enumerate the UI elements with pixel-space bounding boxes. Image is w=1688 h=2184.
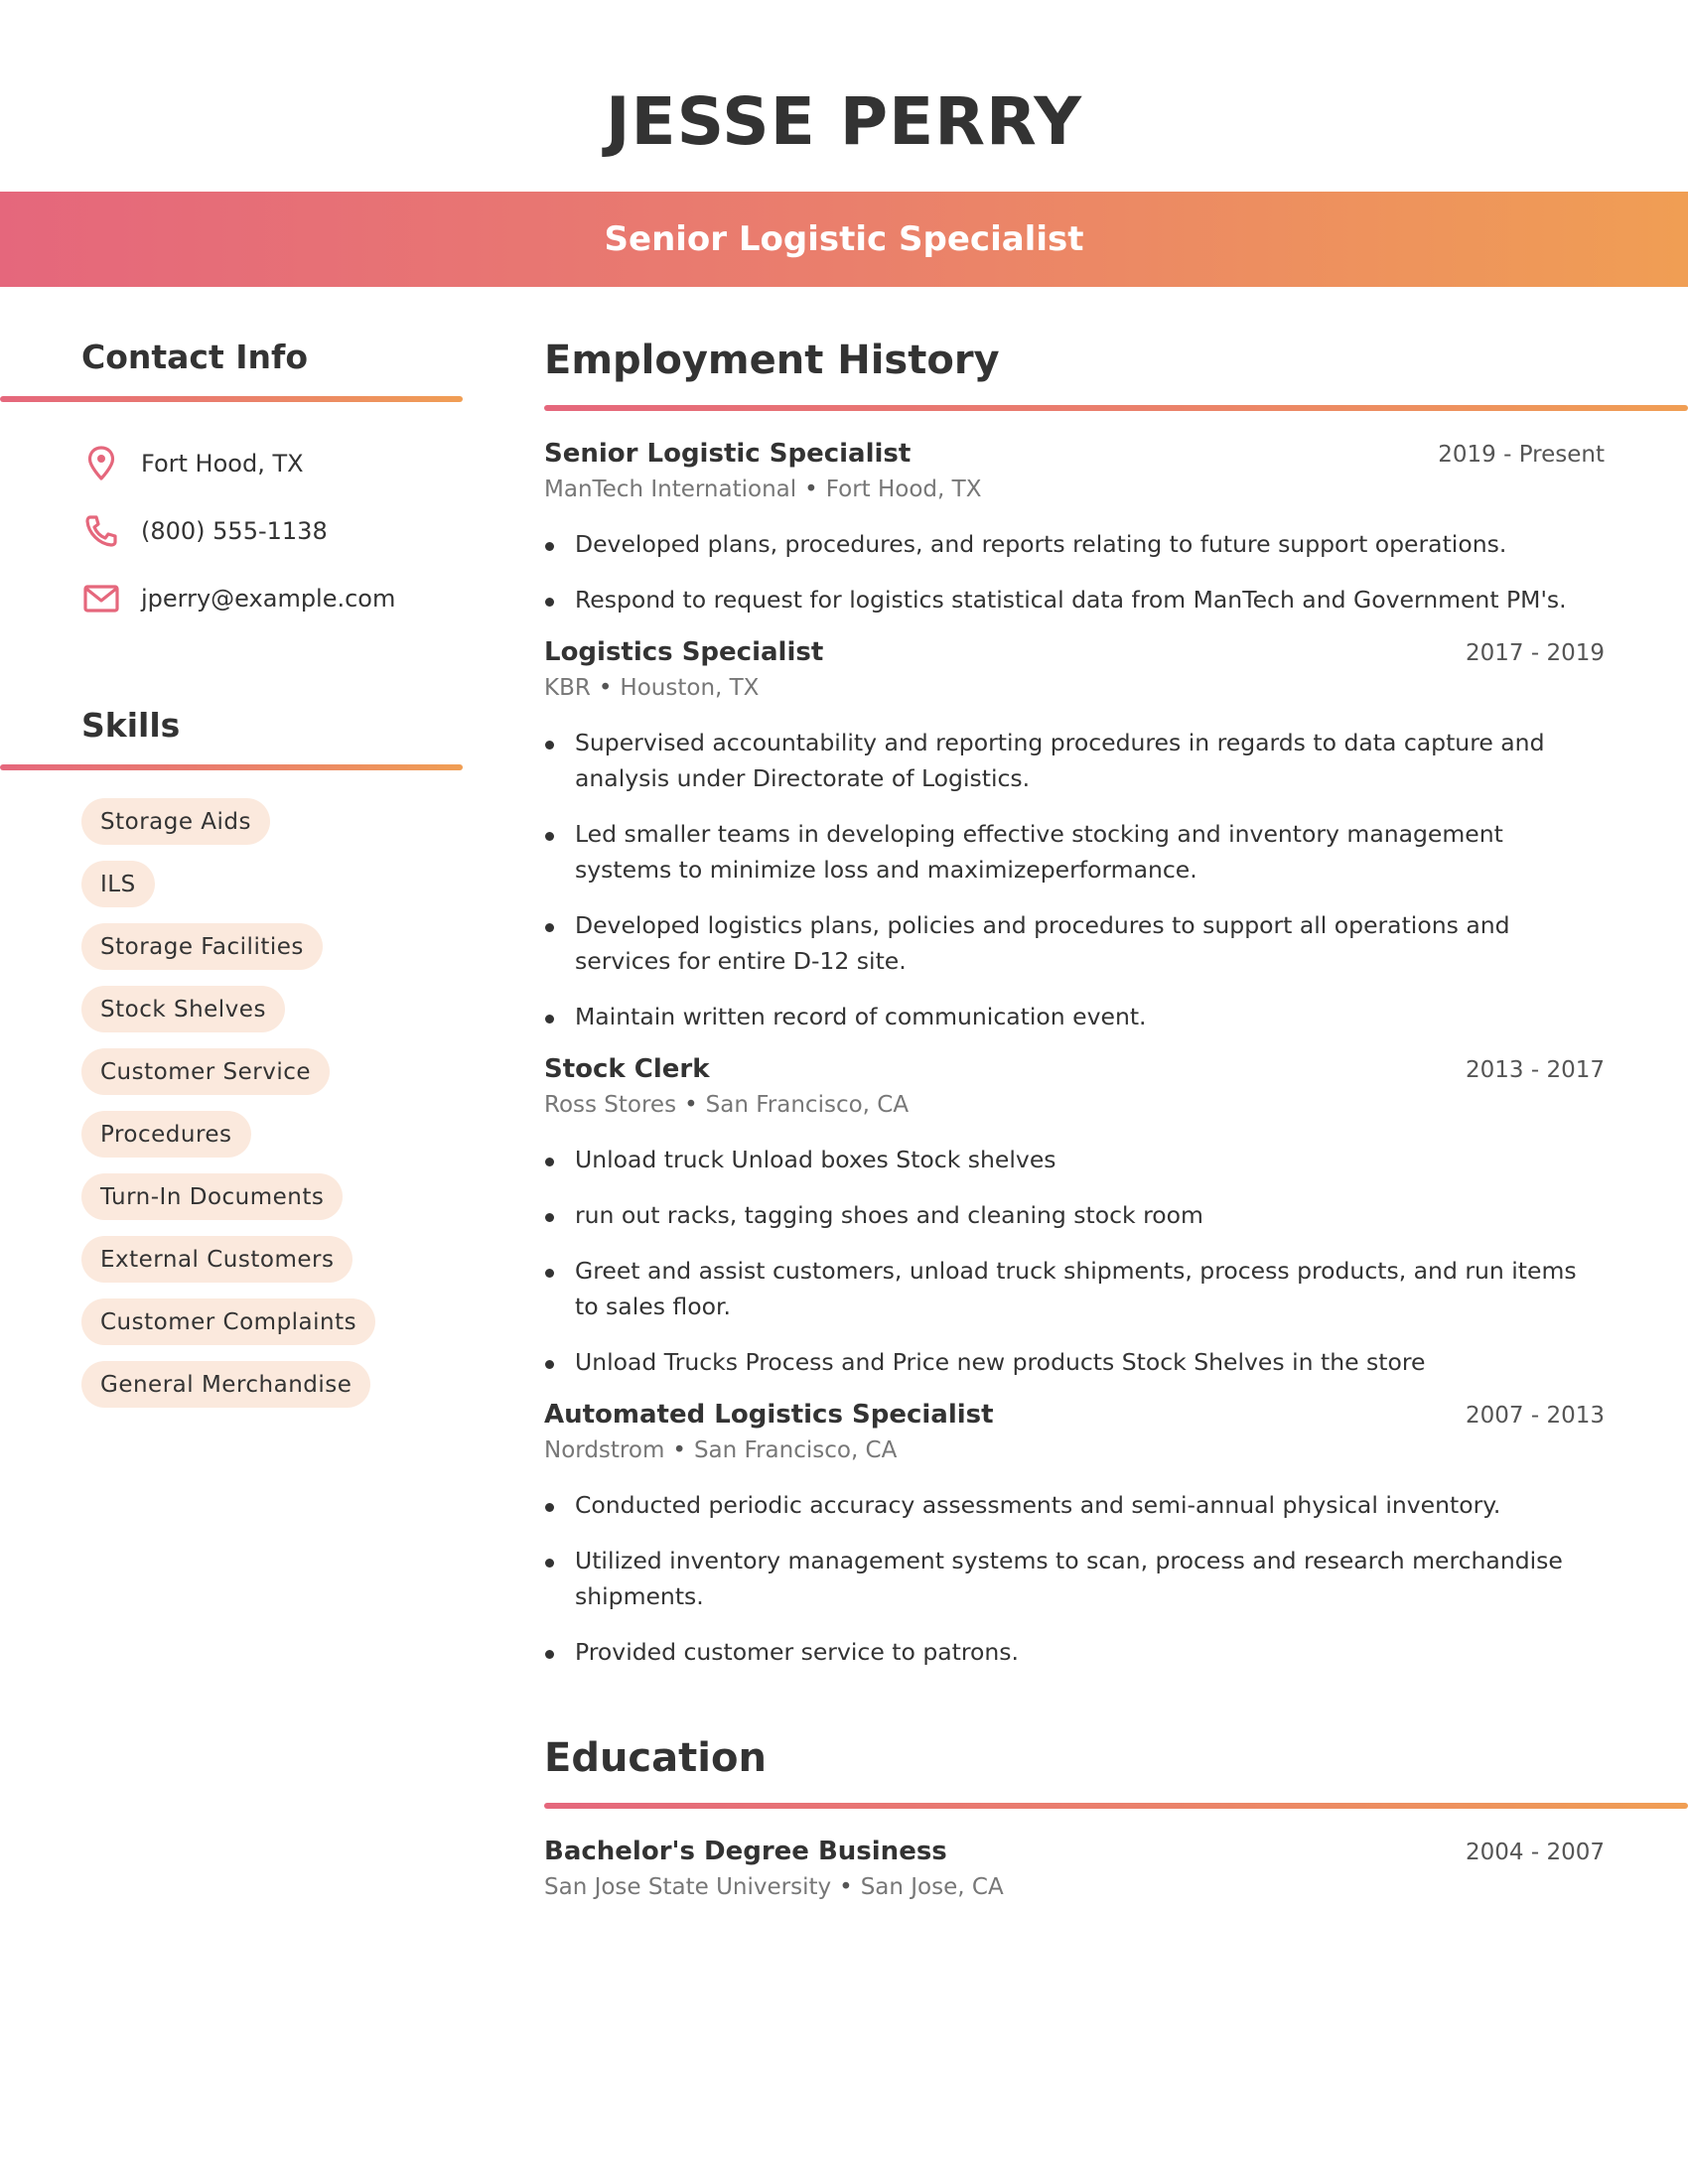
education-section: Education Bachelor's Degree Business 200… xyxy=(544,1735,1688,1900)
headline-title: Senior Logistic Specialist xyxy=(604,219,1084,259)
employment-section: Employment History Senior Logistic Speci… xyxy=(544,338,1688,1670)
job-dates: 2019 - Present xyxy=(1438,442,1605,468)
school-name: San Jose State University xyxy=(544,1874,832,1900)
contact-location: Fort Hood, TX xyxy=(141,450,304,478)
candidate-name: JESSE PERRY xyxy=(605,83,1083,160)
degree-title: Bachelor's Degree Business xyxy=(544,1837,947,1866)
skill-chip: Turn-In Documents xyxy=(81,1173,344,1220)
mail-icon xyxy=(83,581,119,616)
contact-item-email: jperry@example.com xyxy=(0,565,463,632)
job-employer: Nordstrom • San Francisco, CA xyxy=(544,1437,1605,1463)
job-dates: 2017 - 2019 xyxy=(1466,640,1605,666)
skills-list: Storage Aids ILS Storage Facilities Stoc… xyxy=(0,798,437,1408)
job-bullet: Supervised accountability and reporting … xyxy=(544,725,1605,796)
job-title: Senior Logistic Specialist xyxy=(544,439,912,469)
job-dates: 2007 - 2013 xyxy=(1466,1403,1605,1429)
skills-section: Skills Storage Aids ILS Storage Faciliti… xyxy=(0,706,463,1408)
headline-banner: Senior Logistic Specialist xyxy=(0,192,1688,287)
education-dates: 2004 - 2007 xyxy=(1466,1840,1605,1865)
separator-dot-icon: • xyxy=(804,477,818,502)
skill-chip: Stock Shelves xyxy=(81,986,285,1032)
skills-heading: Skills xyxy=(81,706,181,745)
contact-item-location: Fort Hood, TX xyxy=(0,430,463,497)
job-entry: Stock Clerk 2013 - 2017 Ross Stores • San … xyxy=(544,1054,1605,1380)
job-company: KBR xyxy=(544,675,591,701)
job-bullet: Led smaller teams in developing effectiv… xyxy=(544,816,1605,887)
job-company: ManTech International xyxy=(544,477,797,502)
location-pin-icon xyxy=(83,446,119,481)
skill-chip: Storage Facilities xyxy=(81,923,323,970)
contact-item-phone: (800) 555-1138 xyxy=(0,497,463,565)
employment-heading: Employment History xyxy=(544,338,1000,383)
contact-phone[interactable]: (800) 555-1138 xyxy=(141,517,328,545)
skill-chip: Customer Complaints xyxy=(81,1298,376,1345)
separator-dot-icon: • xyxy=(672,1437,686,1463)
job-bullet: Unload Trucks Process and Price new prod… xyxy=(544,1344,1605,1380)
job-entry: Automated Logistics Specialist 2007 - 20… xyxy=(544,1400,1605,1670)
job-title: Stock Clerk xyxy=(544,1054,710,1084)
job-bullets: Unload truck Unload boxes Stock shelves … xyxy=(544,1142,1605,1380)
phone-icon xyxy=(83,513,119,549)
contact-heading: Contact Info xyxy=(81,338,309,376)
main-column: Employment History Senior Logistic Speci… xyxy=(544,338,1688,1900)
sidebar: Contact Info Fort Hood, TX (800) 555-113… xyxy=(0,338,463,1408)
skill-chip: Storage Aids xyxy=(81,798,271,845)
job-bullet: Utilized inventory management systems to… xyxy=(544,1543,1605,1614)
employment-divider xyxy=(544,405,1688,411)
job-bullets: Developed plans, procedures, and reports… xyxy=(544,526,1605,617)
contact-divider xyxy=(0,396,463,402)
job-employer: KBR • Houston, TX xyxy=(544,675,1605,701)
separator-dot-icon: • xyxy=(839,1874,853,1900)
job-location: Fort Hood, TX xyxy=(825,477,982,502)
education-divider xyxy=(544,1803,1688,1809)
job-bullet: Unload truck Unload boxes Stock shelves xyxy=(544,1142,1605,1177)
job-bullet: Developed logistics plans, policies and … xyxy=(544,907,1605,979)
skill-chip: General Merchandise xyxy=(81,1361,371,1408)
contact-email[interactable]: jperry@example.com xyxy=(141,585,395,613)
job-bullet: Conducted periodic accuracy assessments … xyxy=(544,1487,1605,1523)
job-title: Logistics Specialist xyxy=(544,637,824,667)
contact-section: Contact Info Fort Hood, TX (800) 555-113… xyxy=(0,338,463,632)
job-company: Nordstrom xyxy=(544,1437,665,1463)
job-bullets: Conducted periodic accuracy assessments … xyxy=(544,1487,1605,1670)
job-entry: Senior Logistic Specialist 2019 - Presen… xyxy=(544,439,1605,617)
job-bullet: Greet and assist customers, unload truck… xyxy=(544,1253,1605,1324)
skill-chip: Customer Service xyxy=(81,1048,331,1095)
job-title: Automated Logistics Specialist xyxy=(544,1400,994,1430)
skills-divider xyxy=(0,764,463,770)
job-bullet: run out racks, tagging shoes and cleanin… xyxy=(544,1197,1605,1233)
job-entry: Logistics Specialist 2017 - 2019 KBR • Hou… xyxy=(544,637,1605,1034)
skill-chip: External Customers xyxy=(81,1236,353,1283)
job-bullet: Maintain written record of communication… xyxy=(544,999,1605,1034)
job-bullet: Developed plans, procedures, and reports… xyxy=(544,526,1605,562)
separator-dot-icon: • xyxy=(598,675,613,701)
job-bullet: Provided customer service to patrons. xyxy=(544,1634,1605,1670)
contact-list: Fort Hood, TX (800) 555-1138 jperry@exam… xyxy=(0,430,463,632)
education-heading: Education xyxy=(544,1735,767,1781)
job-company: Ross Stores xyxy=(544,1092,677,1118)
skill-chip: ILS xyxy=(81,861,155,907)
school-location: San Jose, CA xyxy=(860,1874,1004,1900)
job-location: Houston, TX xyxy=(620,675,760,701)
job-employer: Ross Stores • San Francisco, CA xyxy=(544,1092,1605,1118)
skill-chip: Procedures xyxy=(81,1111,251,1158)
job-bullets: Supervised accountability and reporting … xyxy=(544,725,1605,1034)
job-bullet: Respond to request for logistics statist… xyxy=(544,582,1605,617)
education-entry: Bachelor's Degree Business 2004 - 2007 S… xyxy=(544,1837,1605,1900)
job-dates: 2013 - 2017 xyxy=(1466,1057,1605,1083)
education-institution: San Jose State University • San Jose, CA xyxy=(544,1874,1605,1900)
separator-dot-icon: • xyxy=(684,1092,698,1118)
job-employer: ManTech International • Fort Hood, TX xyxy=(544,477,1605,502)
job-location: San Francisco, CA xyxy=(705,1092,910,1118)
job-location: San Francisco, CA xyxy=(693,1437,898,1463)
